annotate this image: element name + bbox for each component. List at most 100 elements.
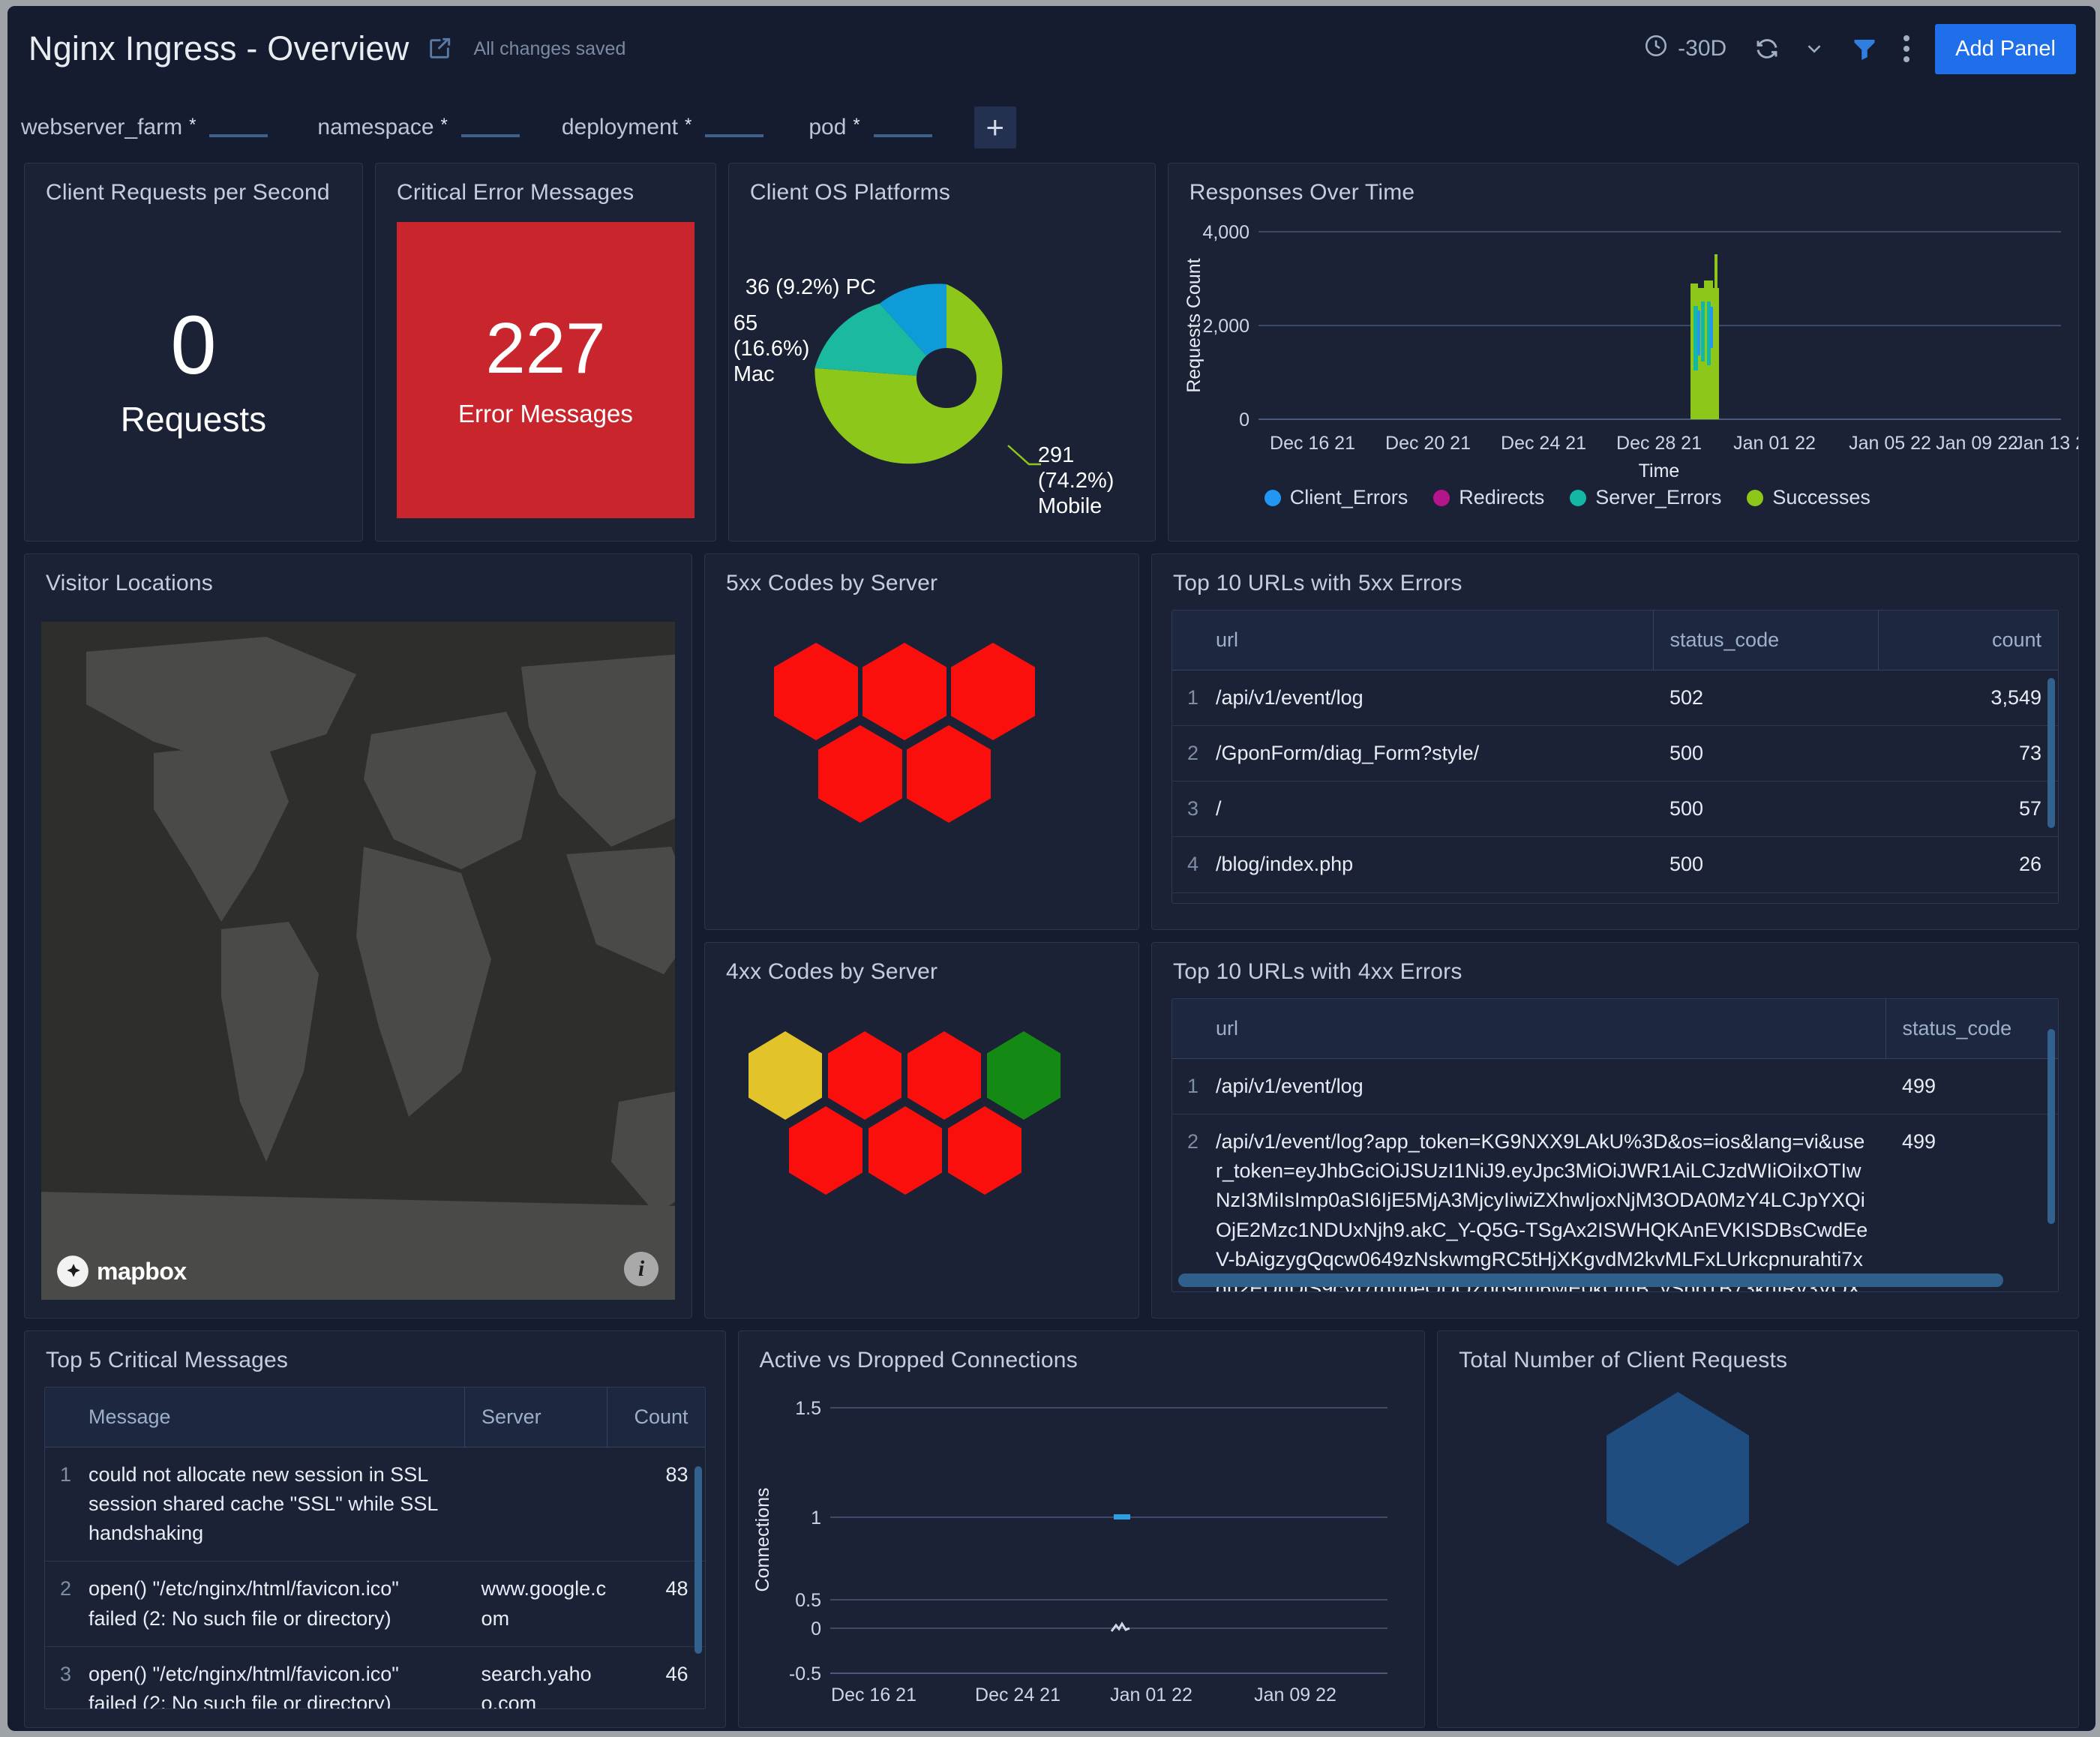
table-vertical-scrollbar[interactable] [694, 1466, 702, 1654]
server-hex[interactable] [868, 1106, 942, 1195]
server-hex[interactable] [748, 1031, 822, 1120]
legend-label: Client_Errors [1289, 486, 1408, 508]
table-row[interactable]: 4 /blog/index.php 500 26 [1172, 836, 2058, 893]
cell-message: open() "/etc/nginx/html/favicon.ico" fai… [88, 1646, 465, 1708]
cell-url: /api/v1/event/log [1216, 670, 1653, 727]
filter-icon[interactable] [1851, 35, 1878, 62]
server-hex[interactable] [828, 1031, 902, 1120]
cell-url: /_media/logo_my_v2.png [1216, 892, 1653, 903]
stat-value: 227 [485, 308, 606, 388]
svg-text:Jan 01 22: Jan 01 22 [1110, 1684, 1192, 1706]
hex-grid-4xx [705, 985, 1138, 1300]
table-row[interactable]: 2 /api/v1/event/log?app_token=KG9NXX9LAk… [1172, 1114, 2058, 1292]
table-row[interactable]: 1 /api/v1/event/log 502 3,549 [1172, 670, 2058, 727]
table-horizontal-scrollbar[interactable] [1178, 1274, 2003, 1287]
add-panel-button[interactable]: Add Panel [1935, 23, 2076, 74]
variable-webserver-farm[interactable]: webserver_farm * [21, 115, 268, 140]
stat-body: 0 Requests [25, 206, 362, 538]
server-hex[interactable] [818, 725, 902, 823]
cell-count: 46 [607, 1646, 705, 1708]
variable-pod[interactable]: pod * [808, 115, 932, 140]
server-hex[interactable] [862, 643, 946, 740]
map-canvas[interactable]: mapbox i 121807158979623232427.1k1.3k [41, 622, 675, 1300]
server-hex[interactable] [908, 1031, 981, 1120]
variable-namespace[interactable]: namespace * [317, 114, 520, 140]
legend-item-server-errors[interactable]: Server_Errors [1570, 486, 1721, 509]
table-row[interactable]: 2 open() "/etc/nginx/html/favicon.ico" f… [45, 1561, 705, 1647]
cell-message: could not allocate new session in SSL se… [88, 1447, 465, 1562]
stat-unit: Requests [120, 399, 267, 439]
panel-title: Top 10 URLs with 5xx Errors [1173, 571, 1462, 596]
connections-chart-svg: 1.5 1 0.5 0 -0.5 Connections Dec 16 21 D… [752, 1398, 1388, 1706]
add-variable-button[interactable]: + [974, 106, 1016, 148]
responses-chart-svg: 4,000 2,000 0 Requests Count Dec 16 21 D… [1184, 222, 2078, 482]
variable-deployment[interactable]: deployment * [562, 115, 764, 140]
cell-server: search.yahoo.com [464, 1646, 608, 1708]
legend-label: Redirects [1459, 486, 1545, 508]
panel-5xx-codes-by-server: 5xx Codes by Server [704, 554, 1139, 930]
svg-text:Jan 01 22: Jan 01 22 [1733, 433, 1816, 454]
column-header-count[interactable]: Count [607, 1388, 705, 1448]
refresh-button[interactable] [1754, 35, 1780, 62]
time-range-picker[interactable]: -30D [1643, 33, 1726, 64]
panel-top-4xx-urls: Top 10 URLs with 4xx Errors url status_c… [1151, 942, 2079, 1318]
table-container[interactable]: Message Server Count 1 could not allocat… [44, 1387, 706, 1709]
legend-dot [1570, 489, 1587, 506]
top-5xx-table: url status_code count 1 /api/v1/event/lo… [1172, 610, 2058, 903]
table-row[interactable]: 2 /GponForm/diag_Form?style/ 500 73 [1172, 725, 2058, 782]
server-hex[interactable] [987, 1031, 1060, 1120]
svg-text:Dec 16 21: Dec 16 21 [831, 1684, 916, 1706]
server-hex[interactable] [951, 643, 1035, 740]
svg-text:Dec 24 21: Dec 24 21 [975, 1684, 1060, 1706]
table-row[interactable]: 3 / 500 57 [1172, 781, 2058, 838]
column-header-url[interactable]: url [1216, 999, 1886, 1059]
column-header-server[interactable]: Server [464, 1388, 608, 1448]
table-vertical-scrollbar[interactable] [2048, 1029, 2055, 1224]
legend-item-redirects[interactable]: Redirects [1433, 486, 1544, 509]
legend-label: Successes [1772, 486, 1870, 508]
panel-client-requests-per-second: Client Requests per Second 0 Requests [24, 163, 363, 542]
total-requests-hex[interactable] [1606, 1392, 1750, 1566]
row-index-header [1172, 999, 1216, 1059]
svg-text:1.5: 1.5 [795, 1398, 821, 1419]
legend-item-client-errors[interactable]: Client_Errors [1264, 486, 1408, 509]
column-header-count[interactable]: count [1877, 610, 2058, 670]
table-row[interactable]: 5 /_media/logo_my_v2.png 500 24 [1172, 892, 2058, 903]
row-index: 4 [1172, 836, 1216, 893]
column-header-message[interactable]: Message [88, 1388, 465, 1448]
server-hex[interactable] [789, 1106, 862, 1195]
svg-text:0: 0 [1239, 410, 1250, 430]
svg-text:Dec 20 21: Dec 20 21 [1385, 433, 1471, 454]
info-icon[interactable]: i [624, 1252, 658, 1286]
hex-grid-5xx [705, 596, 1138, 911]
table-vertical-scrollbar[interactable] [2048, 678, 2055, 828]
column-header-url[interactable]: url [1216, 610, 1653, 670]
column-header-status-code[interactable]: status_code [1652, 610, 1878, 670]
cell-server: www.google.com [464, 1561, 608, 1647]
server-hex[interactable] [907, 725, 991, 823]
svg-text:Time: Time [1638, 460, 1679, 482]
panel-title: Total Number of Client Requests [1459, 1348, 1788, 1372]
table-container[interactable]: url status_code count 1 /api/v1/event/lo… [1172, 610, 2059, 904]
share-icon[interactable] [427, 36, 452, 62]
variable-value: * [189, 114, 196, 135]
variable-value: * [440, 114, 448, 135]
table-container[interactable]: url status_code 1 /api/v1/event/log 499 [1172, 998, 2059, 1292]
server-hex[interactable] [948, 1106, 1022, 1195]
variable-underline [209, 134, 268, 137]
panel-responses-over-time: Responses Over Time 4,000 2,000 0 Reques… [1167, 163, 2079, 542]
legend-item-successes[interactable]: Successes [1747, 486, 1870, 509]
panel-active-vs-dropped-connections: Active vs Dropped Connections 1.5 1 0.5 … [737, 1330, 1426, 1728]
table-row[interactable]: 1 /api/v1/event/log 499 [1172, 1058, 2058, 1115]
server-hex[interactable] [774, 643, 858, 740]
mapbox-attribution[interactable]: mapbox [56, 1255, 187, 1288]
kebab-menu-icon[interactable] [1904, 35, 1910, 62]
table-row[interactable]: 3 open() "/etc/nginx/html/favicon.ico" f… [45, 1646, 705, 1708]
table-header-row: Message Server Count [45, 1388, 705, 1448]
chevron-down-icon[interactable] [1803, 38, 1826, 60]
column-header-status-code[interactable]: status_code [1885, 999, 2058, 1059]
panel-title: 5xx Codes by Server [726, 571, 938, 596]
panel-title: Client Requests per Second [46, 180, 330, 205]
svg-text:Jan 09 22: Jan 09 22 [1254, 1684, 1336, 1706]
table-row[interactable]: 1 could not allocate new session in SSL … [45, 1447, 705, 1562]
